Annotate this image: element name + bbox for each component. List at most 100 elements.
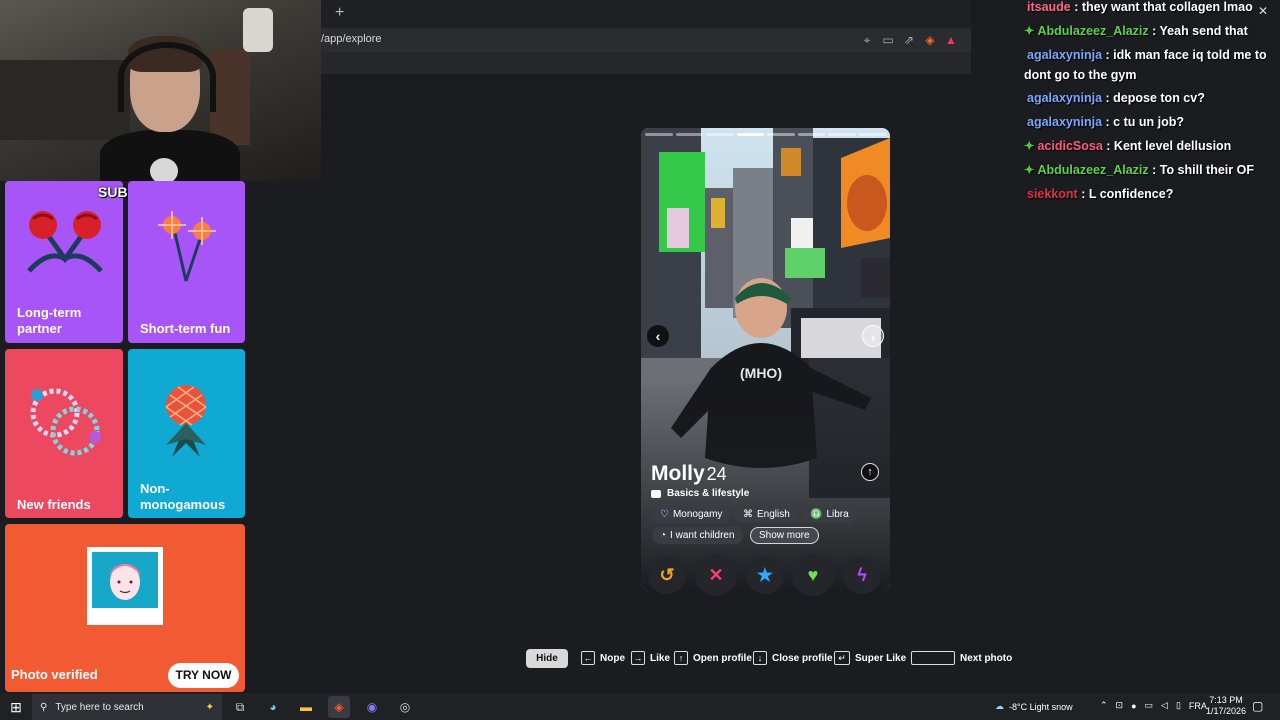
- microphone-icon: [150, 158, 178, 181]
- chat-text: L confidence?: [1088, 187, 1174, 201]
- boost-button[interactable]: ϟ: [843, 556, 881, 594]
- chip-label: Monogamy: [672, 509, 723, 520]
- verified-photo-frame: [87, 547, 163, 625]
- badge-icon: ✦: [1024, 139, 1035, 153]
- chat-message: itsaude : they want that collagen lmao: [1027, 0, 1253, 14]
- address-bar-url[interactable]: /app/explore: [321, 33, 382, 45]
- tile-long-term-partner[interactable]: Long-term partner: [5, 181, 123, 343]
- enter-key-icon: ↵: [834, 651, 850, 665]
- tile-new-friends[interactable]: New friends: [5, 349, 123, 518]
- battery-icon[interactable]: ▯: [1176, 700, 1181, 711]
- notification-icon[interactable]: ▢: [1252, 699, 1263, 713]
- baby-icon: ◔: [660, 530, 667, 541]
- previous-photo-button[interactable]: ‹: [647, 325, 669, 347]
- chevron-up-icon[interactable]: ⌃: [1100, 700, 1108, 711]
- star-icon: ★: [756, 564, 774, 585]
- shortcut-label: Super Like: [855, 652, 907, 664]
- show-more-button[interactable]: Show more: [750, 527, 819, 544]
- language-indicator[interactable]: FRA: [1189, 701, 1207, 711]
- new-tab-button[interactable]: +: [335, 4, 349, 22]
- chat-message: ✦ Abdulazeez_Alaziz : To shill their OF: [1024, 163, 1254, 177]
- chip-english: ⌘ English: [735, 506, 798, 523]
- chat-username: siekkont: [1027, 187, 1078, 201]
- share-icon[interactable]: ⇗: [902, 33, 916, 47]
- chat-text: To shill their OF: [1159, 163, 1254, 177]
- shortcut-like: → Like: [631, 651, 670, 665]
- like-button[interactable]: ♥: [792, 554, 834, 596]
- brave-rewards-icon[interactable]: ▲: [944, 33, 958, 47]
- arrow-left-key-icon: ←: [581, 651, 595, 665]
- rewind-icon: ↺: [659, 564, 675, 585]
- tile-label: Long-term partner: [17, 305, 82, 336]
- chip-label: English: [757, 509, 790, 520]
- display-icon[interactable]: ▭: [1145, 700, 1154, 711]
- try-now-button[interactable]: TRY NOW: [168, 663, 239, 688]
- next-photo-button[interactable]: ›: [862, 325, 884, 347]
- search-icon: ⚲: [40, 701, 48, 713]
- brave-shield-icon[interactable]: ◈: [923, 33, 937, 47]
- shortcut-open-profile: ↑ Open profile: [674, 651, 752, 665]
- discord-icon[interactable]: ◉: [361, 696, 383, 718]
- heart-outline-icon: ♡: [660, 509, 669, 520]
- roses-icon: [27, 211, 103, 273]
- chat-message: ✦ Abdulazeez_Alaziz : Yeah send that: [1024, 24, 1248, 38]
- location-icon[interactable]: ⌖: [860, 33, 874, 47]
- brave-browser-icon[interactable]: ◈: [328, 696, 350, 718]
- shortcut-label: Like: [650, 652, 671, 664]
- profile-age: 24: [706, 464, 727, 484]
- basics-label: Basics & lifestyle: [667, 488, 750, 499]
- chat-overlay: itsaude : they want that collagen lmao ✦…: [1022, 0, 1280, 210]
- taskbar-search-box[interactable]: ⚲ Type here to search ✦: [32, 694, 222, 720]
- cast-icon[interactable]: ▭: [881, 33, 895, 47]
- rewind-button[interactable]: ↺: [648, 556, 686, 594]
- windows-start-icon[interactable]: ⊞: [5, 696, 27, 718]
- chat-message: agalaxyninja : depose ton cv?: [1027, 91, 1205, 105]
- webcam-overlay: [0, 0, 321, 181]
- chip-monogamy: ♡ Monogamy: [652, 506, 731, 523]
- microphone-tray-icon[interactable]: ●: [1131, 701, 1136, 711]
- clock[interactable]: 7:13 PM 1/17/2026: [1206, 695, 1246, 717]
- arrow-up-key-icon: ↑: [674, 651, 688, 665]
- language-icon: ⌘: [743, 509, 753, 520]
- chip-label: I want children: [670, 530, 735, 541]
- super-like-button[interactable]: ★: [746, 556, 784, 594]
- nope-button[interactable]: ✕: [695, 554, 737, 596]
- space-key-icon: [911, 651, 955, 665]
- lightning-icon: ϟ: [857, 564, 867, 585]
- heart-icon: ♥: [807, 564, 819, 585]
- shortcut-nope: ← Nope: [581, 651, 625, 665]
- obs-icon[interactable]: ◎: [394, 696, 416, 718]
- chat-username: itsaude: [1027, 0, 1071, 14]
- chat-username: agalaxyninja: [1027, 91, 1103, 105]
- network-icon[interactable]: ⊡: [1116, 700, 1124, 711]
- chat-message: agalaxyninja : idk man face iq told me t…: [1024, 48, 1267, 82]
- system-tray: ⌃ ⊡ ● ▭ ◁ ▯ FRA: [1100, 700, 1207, 711]
- webcam-background-shelf: [0, 60, 130, 140]
- chat-username: Abdulazeez_Alaziz: [1037, 24, 1149, 38]
- volume-icon[interactable]: ◁: [1161, 700, 1168, 711]
- sparklers-icon: [158, 211, 216, 282]
- verified-photo-icon: [92, 552, 158, 608]
- tile-non-monogamous[interactable]: Non-monogamous: [128, 349, 245, 518]
- arrow-down-key-icon: ↓: [753, 651, 767, 665]
- chat-username: acidicSosa: [1037, 139, 1103, 153]
- shortcut-close-profile: ↓ Close profile: [753, 651, 833, 665]
- file-explorer-icon[interactable]: ▬: [295, 696, 317, 718]
- profile-name-text: Molly: [651, 462, 705, 485]
- weather-snow-icon: ☁: [995, 701, 1004, 711]
- weather-widget[interactable]: ☁ -8°C Light snow: [995, 701, 1073, 712]
- webcam-background-jar: [243, 8, 273, 52]
- chat-text: c tu un job?: [1113, 115, 1184, 129]
- sparkle-icon: ✦: [205, 701, 214, 713]
- photo-progress-bar: [645, 133, 886, 136]
- hide-shortcuts-button[interactable]: Hide: [526, 649, 568, 668]
- weather-text: -8°C Light snow: [1009, 701, 1073, 712]
- tile-short-term-fun[interactable]: Short-term fun: [128, 181, 245, 343]
- task-view-icon[interactable]: ⧉: [229, 696, 251, 718]
- open-profile-button[interactable]: ↑: [861, 463, 879, 481]
- copilot-icon[interactable]: ◕: [262, 696, 284, 718]
- shortcut-next-photo: Next photo: [911, 651, 1012, 665]
- basics-icon: [651, 489, 661, 498]
- tile-label: Short-term fun: [140, 321, 231, 336]
- close-icon[interactable]: ✕: [1258, 4, 1268, 18]
